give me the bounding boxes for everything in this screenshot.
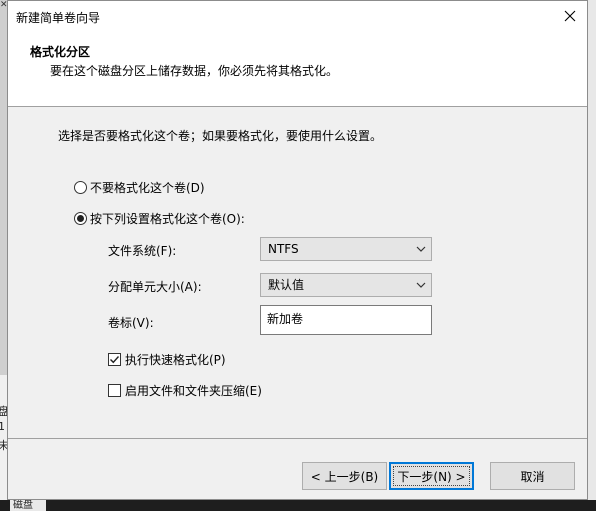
- radio-circle[interactable]: [74, 181, 87, 194]
- quick-format-label: 执行快速格式化(P): [125, 353, 226, 367]
- title-bar[interactable]: 新建简单卷向导: [8, 1, 587, 33]
- filesystem-select[interactable]: NTFS: [260, 237, 432, 261]
- background-text: 1: [0, 420, 5, 433]
- radio-selected-dot: [77, 215, 84, 222]
- filesystem-label: 文件系统(F):: [108, 244, 177, 258]
- allocation-select[interactable]: 默认值: [260, 273, 432, 297]
- window-title: 新建简单卷向导: [16, 11, 101, 25]
- radio-format-label: 按下列设置格式化这个卷(O):: [90, 212, 245, 226]
- compression-label: 启用文件和文件夹压缩(E): [125, 384, 262, 398]
- chevron-down-icon: [416, 282, 426, 288]
- page-title: 格式化分区: [30, 45, 91, 59]
- chevron-down-icon: [416, 246, 426, 252]
- quick-format-checkbox[interactable]: [108, 353, 121, 366]
- next-button[interactable]: 下一步(N) >: [389, 462, 474, 490]
- background-tab: 磁盘: [10, 500, 46, 511]
- allocation-value: 默认值: [268, 278, 305, 292]
- volume-label-input[interactable]: 新加卷: [260, 305, 432, 335]
- footer-divider: [8, 438, 587, 439]
- checkmark-icon: [110, 356, 120, 364]
- background-taskbar: [0, 500, 596, 511]
- filesystem-value: NTFS: [268, 242, 299, 256]
- instruction-text: 选择是否要格式化这个卷；如果要格式化，要使用什么设置。: [58, 129, 383, 143]
- wizard-header: 格式化分区 要在这个磁盘分区上储存数据，你必须先将其格式化。: [8, 33, 587, 107]
- allocation-label: 分配单元大小(A):: [108, 280, 202, 294]
- compression-checkbox[interactable]: [108, 384, 121, 397]
- page-subtitle: 要在这个磁盘分区上储存数据，你必须先将其格式化。: [50, 64, 339, 78]
- back-button[interactable]: < 上一步(B): [302, 462, 387, 490]
- close-icon: [564, 10, 576, 22]
- radio-format[interactable]: 按下列设置格式化这个卷(O):: [74, 210, 245, 227]
- radio-no-format[interactable]: 不要格式化这个卷(D): [74, 179, 205, 196]
- background-window: [588, 0, 596, 511]
- cancel-button[interactable]: 取消: [490, 462, 575, 490]
- wizard-dialog: 新建简单卷向导 格式化分区 要在这个磁盘分区上储存数据，你必须先将其格式化。 选…: [7, 0, 588, 500]
- compression-checkbox-row[interactable]: 启用文件和文件夹压缩(E): [108, 382, 262, 399]
- close-button[interactable]: [553, 1, 587, 31]
- volume-label-label: 卷标(V):: [108, 316, 154, 330]
- radio-circle[interactable]: [74, 212, 87, 225]
- radio-no-format-label: 不要格式化这个卷(D): [90, 181, 205, 195]
- quick-format-checkbox-row[interactable]: 执行快速格式化(P): [108, 351, 226, 368]
